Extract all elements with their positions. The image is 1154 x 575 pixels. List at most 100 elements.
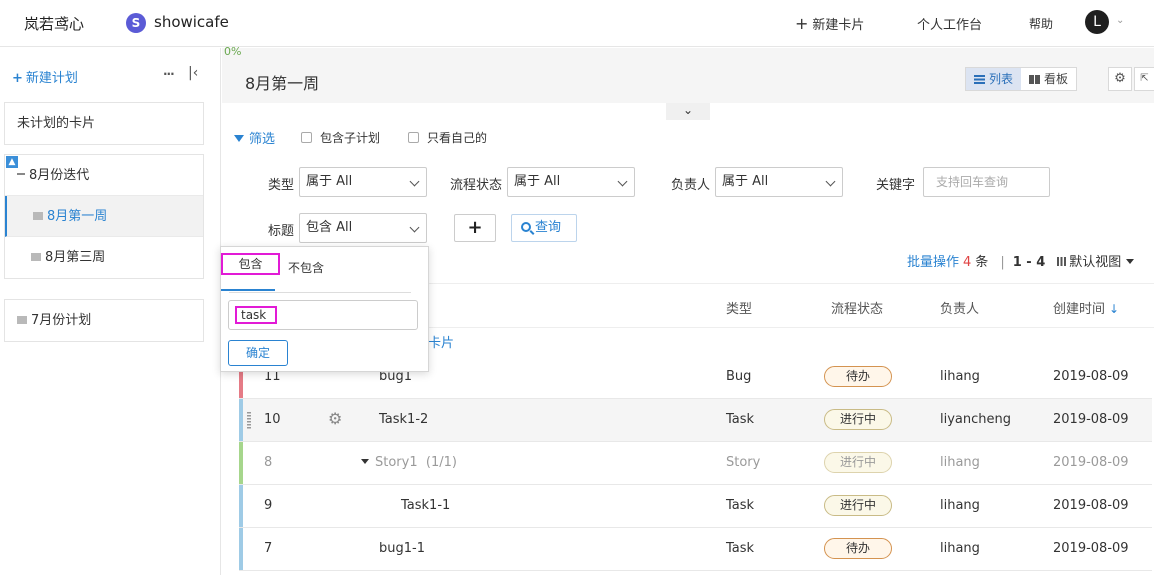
collapse-triangle-icon[interactable] — [361, 459, 369, 464]
include-sub-checkbox[interactable] — [301, 132, 313, 143]
col-created[interactable]: 创建时间 ↓ — [1053, 298, 1119, 317]
title-filter-value: 包含 All — [306, 220, 353, 235]
only-mine-checkbox[interactable] — [408, 132, 420, 143]
col-owner[interactable]: 负责人 — [940, 298, 979, 317]
row-owner[interactable]: liyancheng — [940, 412, 1011, 427]
active-tab-indicator — [221, 289, 275, 291]
query-button[interactable]: 查询 — [511, 214, 577, 242]
default-view-dropdown[interactable]: 默认视图 — [1057, 255, 1135, 270]
col-type[interactable]: 类型 — [726, 298, 752, 317]
only-mine-label: 只看自己的 — [427, 131, 488, 145]
row-title[interactable]: Task1-2 — [379, 412, 428, 427]
confirm-button[interactable]: 确定 — [228, 340, 288, 366]
list-icon — [974, 75, 985, 84]
type-filter-value: 属于 All — [306, 174, 353, 189]
status-badge[interactable]: 进行中 — [824, 452, 892, 473]
filter-toolbar: 筛选 包含子计划 只看自己的 — [234, 128, 515, 147]
table-row[interactable]: 9 Task1-1 Task 进行中 lihang 2019-08-09 — [239, 485, 1152, 528]
row-title[interactable]: Task1-1 — [401, 498, 450, 513]
add-filter-button[interactable]: + — [454, 214, 496, 242]
filter-icon — [234, 135, 244, 142]
status-badge[interactable]: 待办 — [824, 538, 892, 559]
minus-icon[interactable] — [17, 173, 25, 175]
org-name[interactable]: 岚若鸢心 — [24, 13, 84, 34]
row-created: 2019-08-09 — [1053, 369, 1129, 384]
row-color-stripe — [239, 442, 243, 484]
row-title-group[interactable]: Story1 (1/1) — [361, 455, 457, 470]
row-created: 2019-08-09 — [1053, 412, 1129, 427]
row-children-progress: (1/1) — [425, 455, 457, 470]
row-type: Task — [726, 541, 755, 556]
status-filter-select[interactable]: 属于 All — [507, 167, 635, 197]
row-owner[interactable]: lihang — [940, 498, 980, 513]
more-icon[interactable]: ··· — [163, 67, 175, 81]
toggle-filters-chevron-icon[interactable]: ⌄ — [666, 103, 710, 120]
tab-exclude[interactable]: 不包含 — [288, 259, 324, 276]
list-view-button[interactable]: 列表 — [966, 68, 1022, 90]
board-view-button[interactable]: 看板 — [1021, 68, 1076, 90]
chevron-down-icon — [409, 222, 420, 233]
project-icon[interactable]: S — [126, 13, 146, 33]
col-created-label: 创建时间 — [1053, 302, 1106, 317]
july-plan-box: 7月份计划 — [4, 299, 204, 342]
new-plan-button[interactable]: + 新建计划 — [12, 67, 78, 86]
collapse-sidebar-icon[interactable]: |‹ — [188, 65, 198, 81]
row-color-stripe — [239, 485, 243, 527]
sidebar-item-unplanned[interactable]: 未计划的卡片 — [5, 103, 203, 144]
avatar[interactable]: L — [1085, 10, 1109, 34]
help-link[interactable]: 帮助 — [1029, 15, 1053, 32]
chevron-down-icon — [825, 176, 836, 187]
default-view-label: 默认视图 — [1069, 255, 1122, 270]
project-name[interactable]: showicafe — [154, 13, 229, 31]
section-label: 卡片 — [428, 336, 455, 351]
week1-label: 8月第一周 — [47, 209, 108, 224]
status-badge[interactable]: 待办 — [824, 366, 892, 387]
sidebar-item-august-iteration[interactable]: 8月份迭代 — [5, 155, 203, 196]
gear-icon[interactable]: ⚙ — [1108, 67, 1132, 91]
table-row[interactable]: 8 Story1 (1/1) Story 进行中 lihang 2019-08-… — [239, 442, 1152, 485]
row-title[interactable]: bug1-1 — [379, 541, 425, 556]
row-owner[interactable]: lihang — [940, 541, 980, 556]
new-card-label: 新建卡片 — [812, 18, 865, 33]
tab-include[interactable]: 包含 — [221, 253, 280, 275]
batch-operation-link[interactable]: 批量操作 — [907, 255, 959, 270]
title-keyword-input[interactable]: task — [228, 300, 418, 330]
folder-icon — [33, 212, 43, 220]
status-badge[interactable]: 进行中 — [824, 495, 892, 516]
divider — [229, 292, 411, 293]
expand-icon[interactable]: ⇱ — [1134, 67, 1154, 91]
include-sub-label: 包含子计划 — [320, 131, 381, 145]
board-label: 看板 — [1044, 72, 1069, 86]
batch-unit: 条 — [975, 255, 989, 270]
sidebar-item-july-plan[interactable]: 7月份计划 — [5, 300, 203, 341]
drag-handle-icon[interactable] — [247, 412, 251, 430]
row-owner[interactable]: lihang — [940, 369, 980, 384]
table-row[interactable]: 10 ⚙ Task1-2 Task 进行中 liyancheng 2019-08… — [239, 399, 1152, 442]
owner-filter-select[interactable]: 属于 All — [715, 167, 843, 197]
sort-desc-icon[interactable]: ↓ — [1109, 302, 1119, 316]
row-owner[interactable]: lihang — [940, 455, 980, 470]
owner-filter-value: 属于 All — [722, 174, 769, 189]
workspace-link[interactable]: 个人工作台 — [917, 14, 982, 33]
folder-icon — [17, 316, 27, 324]
filter-toggle[interactable]: 筛选 — [234, 128, 275, 147]
chevron-down-icon[interactable]: ⌄ — [1116, 15, 1124, 26]
iteration-group: ▲ 8月份迭代 8月第一周 8月第三周 — [4, 154, 204, 279]
status-badge[interactable]: 进行中 — [824, 409, 892, 430]
keyword-label: 关键字 — [876, 178, 916, 193]
new-card-button[interactable]: + 新建卡片 — [795, 14, 864, 33]
keyword-input[interactable]: 支持回车查询 — [923, 167, 1050, 197]
title-filter-select[interactable]: 包含 All — [299, 213, 427, 243]
page-title: 8月第一周 — [245, 74, 320, 93]
status-filter-value: 属于 All — [514, 174, 561, 189]
row-color-stripe — [239, 399, 243, 441]
col-status[interactable]: 流程状态 — [831, 298, 883, 317]
table-row[interactable]: 7 bug1-1 Task 待办 lihang 2019-08-09 — [239, 528, 1152, 571]
sidebar-item-week1[interactable]: 8月第一周 — [5, 196, 203, 237]
group-label: 8月份迭代 — [29, 168, 90, 183]
gear-icon[interactable]: ⚙ — [328, 411, 344, 427]
type-filter-select[interactable]: 属于 All — [299, 167, 427, 197]
folder-icon — [31, 253, 41, 261]
new-plan-label: 新建计划 — [25, 71, 78, 86]
sidebar-item-week3[interactable]: 8月第三周 — [5, 237, 203, 278]
